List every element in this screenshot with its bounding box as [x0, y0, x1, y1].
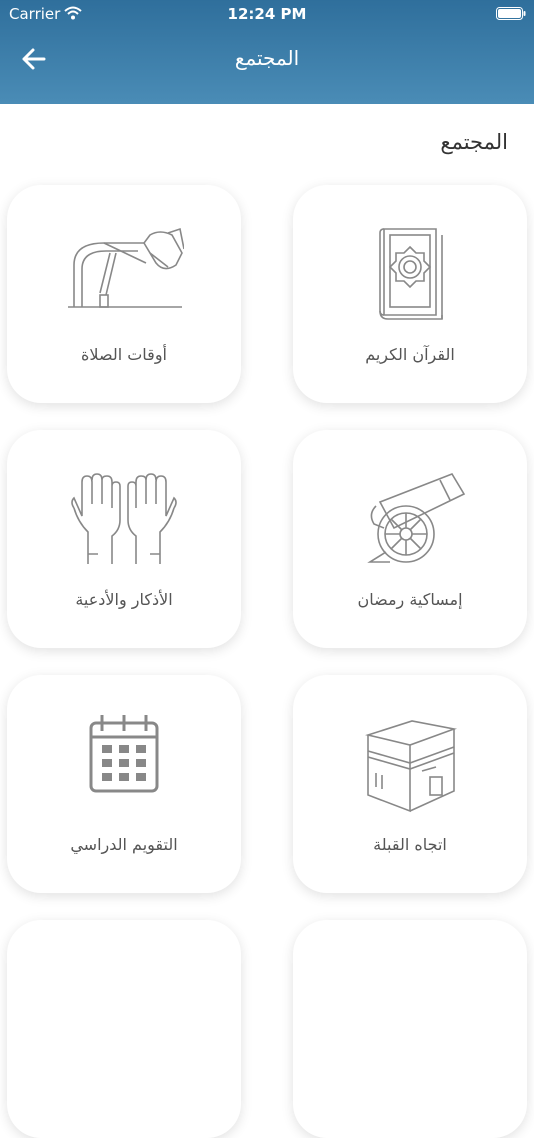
prayer-icon: [68, 227, 184, 308]
prayer-times-card[interactable]: أوقات الصلاة: [7, 185, 241, 403]
ramadan-label: إمساكية رمضان: [357, 590, 463, 609]
calendar-icon: [89, 715, 159, 793]
status-time: 12:24 PM: [227, 5, 307, 23]
status-bar: Carrier 12:24 PM: [0, 0, 534, 28]
qibla-card[interactable]: اتجاه القبلة: [293, 675, 527, 893]
academic-calendar-card[interactable]: التقويم الدراسي: [7, 675, 241, 893]
qibla-label: اتجاه القبلة: [373, 835, 447, 854]
adhkar-card[interactable]: الأذكار والأدعية: [7, 430, 241, 648]
page-title: المجتمع: [234, 46, 300, 70]
battery-icon: [496, 7, 526, 20]
quran-label: القرآن الكريم: [365, 345, 455, 364]
grid-card[interactable]: [7, 920, 241, 1138]
dua-hands-icon: [71, 473, 177, 564]
ramadan-card[interactable]: إمساكية رمضان: [293, 430, 527, 648]
section-title: المجتمع: [440, 130, 508, 154]
academic-calendar-label: التقويم الدراسي: [70, 835, 178, 854]
cannon-icon: [367, 473, 466, 563]
quran-card[interactable]: القرآن الكريم: [293, 185, 527, 403]
adhkar-label: الأذكار والأدعية: [75, 590, 173, 609]
app-header: Carrier 12:24 PM المجتمع: [0, 0, 534, 104]
quran-book-icon: [379, 228, 443, 320]
grid-card[interactable]: [293, 920, 527, 1138]
prayer-times-label: أوقات الصلاة: [81, 345, 167, 364]
kaaba-icon: [365, 720, 458, 813]
